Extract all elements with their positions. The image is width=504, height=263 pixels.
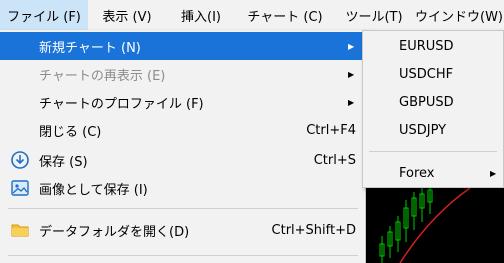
menu-item-label: 画像として保存 (I) bbox=[39, 182, 148, 198]
submenu-arrow-icon: ▶ bbox=[348, 41, 355, 51]
submenu-item-gbpusd[interactable]: GBPUSD bbox=[363, 88, 503, 116]
menu-item-profiles[interactable]: チャートのプロファイル (F) ▶ bbox=[0, 88, 364, 116]
chart-candles bbox=[379, 186, 471, 263]
submenu-arrow-icon: ▶ bbox=[348, 69, 355, 79]
menu-insert[interactable]: 挿入(I) bbox=[166, 0, 236, 30]
folder-icon bbox=[10, 220, 30, 240]
menu-charts[interactable]: チャート (C) bbox=[236, 0, 334, 30]
submenu-item-label: EURUSD bbox=[399, 38, 454, 54]
menu-separator bbox=[8, 208, 358, 209]
submenu-item-usdjpy[interactable]: USDJPY bbox=[363, 116, 503, 144]
submenu-arrow-icon: ▶ bbox=[348, 97, 355, 107]
menu-window[interactable]: ウインドウ(W) bbox=[414, 0, 504, 30]
save-icon bbox=[10, 150, 30, 170]
menu-tools[interactable]: ツール(T) bbox=[334, 0, 414, 30]
menu-item-open-data-folder[interactable]: データフォルダを開く(D) Ctrl+Shift+D bbox=[0, 216, 364, 244]
new-chart-submenu: EURUSD USDCHF GBPUSD USDJPY Forex ▶ bbox=[362, 30, 504, 188]
submenu-item-forex[interactable]: Forex ▶ bbox=[363, 159, 503, 187]
terminal-window: ファイル (F) 表示 (V) 挿入(I) チャート (C) ツール(T) ウイ… bbox=[0, 0, 504, 263]
submenu-arrow-icon: ▶ bbox=[490, 168, 497, 178]
chart-area[interactable] bbox=[360, 186, 504, 263]
menu-item-new-chart[interactable]: 新規チャート (N) ▶ bbox=[0, 32, 364, 60]
shortcut-label: Ctrl+Shift+D bbox=[271, 222, 356, 238]
menu-item-label: 閉じる (C) bbox=[39, 124, 102, 140]
shortcut-label: Ctrl+S bbox=[313, 152, 356, 168]
menu-item-label: 保存 (S) bbox=[39, 154, 88, 170]
menu-item-reopen-chart: チャートの再表示 (E) ▶ bbox=[0, 60, 364, 88]
submenu-item-eurusd[interactable]: EURUSD bbox=[363, 32, 503, 60]
shortcut-label: Ctrl+F4 bbox=[306, 122, 356, 138]
submenu-item-label: Forex bbox=[399, 165, 435, 181]
menu-item-close[interactable]: 閉じる (C) Ctrl+F4 bbox=[0, 116, 364, 144]
submenu-item-usdchf[interactable]: USDCHF bbox=[363, 60, 503, 88]
menu-item-label: 新規チャート (N) bbox=[39, 40, 141, 56]
menu-bar: ファイル (F) 表示 (V) 挿入(I) チャート (C) ツール(T) ウイ… bbox=[0, 0, 504, 30]
menu-item-label: データフォルダを開く(D) bbox=[39, 224, 190, 240]
menu-view[interactable]: 表示 (V) bbox=[88, 0, 166, 30]
menu-item-save[interactable]: 保存 (S) Ctrl+S bbox=[0, 146, 364, 174]
menu-item-label: チャートのプロファイル (F) bbox=[39, 96, 204, 112]
submenu-separator bbox=[369, 151, 497, 152]
menu-item-save-as-picture[interactable]: 画像として保存 (I) bbox=[0, 174, 364, 202]
submenu-item-label: USDJPY bbox=[399, 122, 447, 138]
image-icon bbox=[10, 178, 30, 198]
menu-separator bbox=[8, 255, 358, 256]
submenu-item-label: USDCHF bbox=[399, 66, 454, 82]
file-menu-dropdown: 新規チャート (N) ▶ チャートの再表示 (E) ▶ チャートのプロファイル … bbox=[0, 30, 366, 263]
menu-file[interactable]: ファイル (F) bbox=[0, 0, 88, 30]
submenu-item-label: GBPUSD bbox=[399, 94, 454, 110]
menu-item-label: チャートの再表示 (E) bbox=[39, 68, 166, 84]
